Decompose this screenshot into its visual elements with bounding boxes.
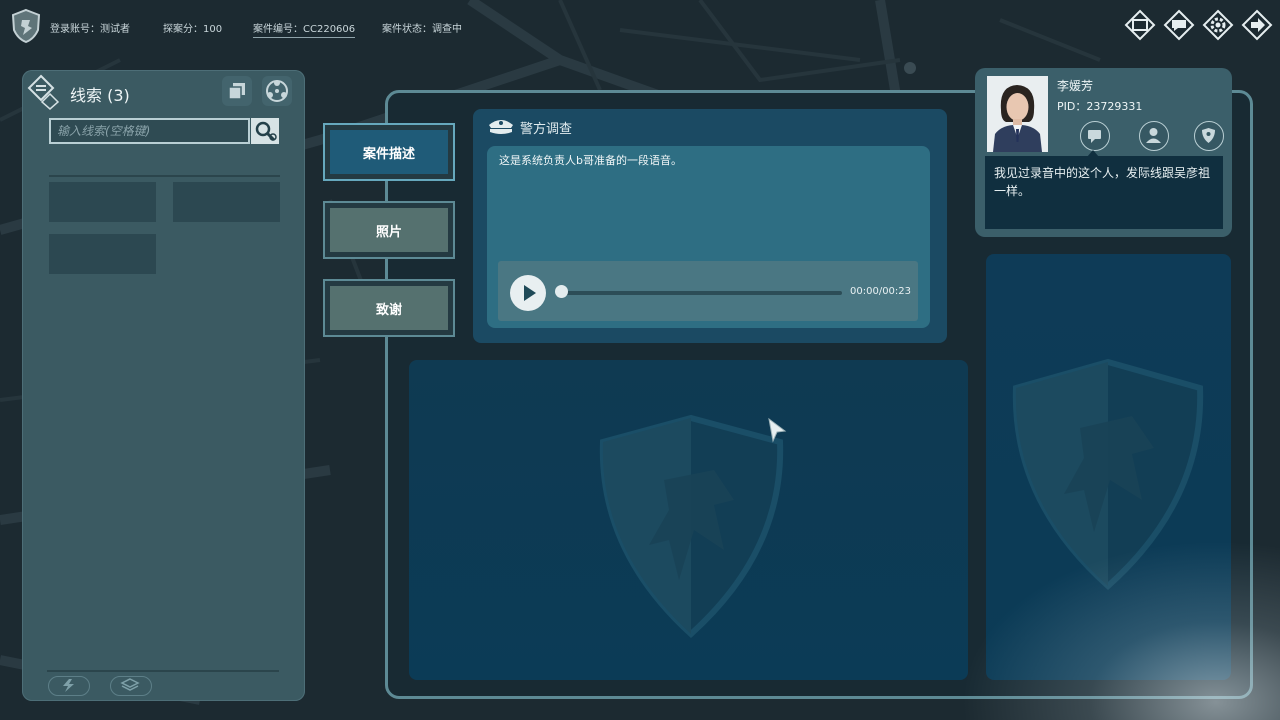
avatar — [987, 76, 1048, 152]
side-detail-panel — [986, 254, 1231, 680]
case-description-text: 这是系统负责人b哥准备的一段语音。 — [499, 154, 682, 167]
person-pid-label: PID： — [1057, 100, 1087, 113]
speech-icon — [1163, 9, 1195, 41]
clue-panel: 线索 (3) — [22, 70, 305, 701]
police-emblem-watermark-icon — [1012, 358, 1204, 591]
audio-player: 00:00/00:23 — [498, 261, 918, 321]
profile-button[interactable] — [1139, 121, 1169, 151]
clue-title: 线索 (3) — [70, 82, 130, 106]
tab-label: 案件描述 — [330, 130, 448, 174]
badge-button[interactable] — [1194, 121, 1224, 151]
officer-portrait-icon — [987, 76, 1048, 152]
mouse-cursor-icon — [768, 417, 787, 443]
chat-button[interactable] — [1080, 121, 1110, 151]
clue-card-slot[interactable] — [173, 182, 280, 222]
exit-button[interactable] — [1241, 9, 1273, 41]
case-status-label: 案件状态： — [382, 24, 432, 35]
tab-credits[interactable]: 致谢 — [323, 279, 455, 337]
copy-icon — [228, 83, 245, 100]
speech-button[interactable] — [1163, 9, 1195, 41]
police-shield-logo-icon — [11, 8, 41, 44]
audio-progress-knob[interactable] — [555, 285, 568, 298]
lightning-icon — [63, 679, 74, 692]
case-number-value: CC220606 — [303, 24, 356, 35]
audio-progress-track[interactable] — [560, 291, 842, 295]
profile-icon — [1146, 128, 1161, 143]
settings-button[interactable] — [1202, 9, 1234, 41]
clue-card-slot[interactable] — [49, 182, 156, 222]
window-icon — [1124, 9, 1156, 41]
exit-icon — [1241, 9, 1273, 41]
tab-label: 致谢 — [330, 286, 448, 330]
person-quote: 我见过录音中的这个人，发际线跟吴彦祖一样。 — [985, 156, 1223, 229]
clue-search-button[interactable] — [251, 118, 279, 144]
layers-icon — [120, 678, 140, 691]
account-info: 登录账号：测试者 — [50, 20, 130, 35]
case-number-label: 案件编号： — [253, 24, 303, 35]
score-value: 100 — [203, 24, 223, 35]
case-number-info: 案件编号：CC220606 — [253, 20, 356, 38]
search-icon — [255, 121, 277, 142]
audio-time: 00:00/00:23 — [850, 286, 912, 297]
chat-icon — [1088, 130, 1101, 143]
police-investigation-title: 警方调查 — [520, 122, 573, 137]
account-value: 测试者 — [100, 24, 130, 35]
police-investigation-body: 这是系统负责人b哥准备的一段语音。 00:00/00:23 — [487, 146, 930, 328]
person-card: 李媛芳 PID：23729331 我见过录音中的这个人，发际线跟吴彦祖一样。 — [975, 68, 1232, 237]
case-detail-area — [409, 360, 968, 680]
police-cap-icon — [489, 120, 513, 134]
case-status-value: 调查中 — [432, 24, 462, 35]
layers-button[interactable] — [110, 676, 152, 696]
play-button[interactable] — [510, 275, 546, 311]
score-label: 探案分： — [163, 24, 203, 35]
clue-card-slot[interactable] — [49, 234, 156, 274]
score-info: 探案分：100 — [163, 20, 222, 35]
clue-list-icon — [27, 74, 60, 110]
badge-icon — [1202, 128, 1215, 143]
person-pid-value: 23729331 — [1086, 100, 1143, 113]
network-button[interactable] — [262, 76, 292, 106]
person-name: 李媛芳 — [1057, 79, 1094, 93]
copy-clue-button[interactable] — [222, 76, 252, 106]
tab-case-description[interactable]: 案件描述 — [323, 123, 455, 181]
network-icon — [266, 80, 288, 102]
clue-divider — [49, 175, 280, 177]
gear-icon — [1202, 9, 1234, 41]
clue-action-button[interactable] — [48, 676, 90, 696]
clue-search-input[interactable] — [49, 118, 250, 144]
clue-title-text: 线索 — [70, 86, 103, 105]
tab-photos[interactable]: 照片 — [323, 201, 455, 259]
window-button[interactable] — [1124, 9, 1156, 41]
account-label: 登录账号： — [50, 24, 100, 35]
police-emblem-watermark-icon — [599, 414, 784, 639]
case-status-info: 案件状态：调查中 — [382, 20, 462, 35]
clue-bottom-divider — [47, 670, 279, 672]
tab-label: 照片 — [330, 208, 448, 252]
play-icon — [524, 285, 536, 301]
person-pid: PID：23729331 — [1057, 98, 1142, 114]
police-investigation-card: 警方调查 这是系统负责人b哥准备的一段语音。 00:00/00:23 — [473, 109, 947, 343]
clue-count: (3) — [107, 86, 130, 105]
